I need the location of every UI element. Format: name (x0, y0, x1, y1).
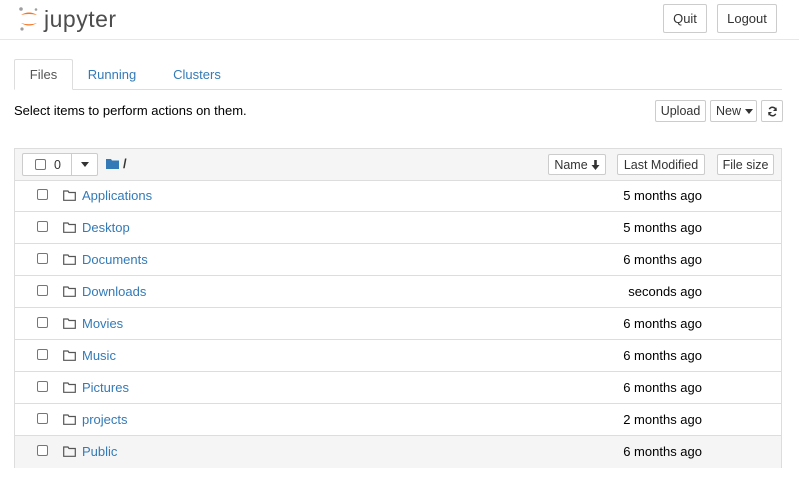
refresh-button[interactable] (761, 100, 783, 122)
folder-outline-icon (63, 318, 76, 329)
upload-button[interactable]: Upload (655, 100, 706, 122)
header-bar: jupyter Quit Logout (0, 0, 799, 40)
row-checkbox[interactable] (37, 413, 48, 424)
file-name-link[interactable]: Music (82, 348, 116, 363)
file-row[interactable]: projects 2 months ago (15, 404, 781, 436)
refresh-icon (767, 106, 777, 116)
tab-running[interactable]: Running (81, 59, 143, 90)
file-row[interactable]: Public 6 months ago (15, 436, 781, 468)
tab-files[interactable]: Files (14, 59, 73, 90)
caret-down-icon (80, 162, 89, 167)
sort-by-name-button[interactable]: Name (548, 154, 606, 175)
sort-by-file-size-button[interactable]: File size (717, 154, 774, 175)
jupyter-logo-text: jupyter (44, 5, 117, 32)
file-row[interactable]: Music 6 months ago (15, 340, 781, 372)
file-name-link[interactable]: Public (82, 444, 117, 459)
tab-clusters[interactable]: Clusters (164, 59, 230, 90)
folder-outline-icon (63, 382, 76, 393)
jupyter-logo-icon (19, 7, 38, 31)
file-row[interactable]: Applications 5 months ago (15, 180, 781, 212)
row-checkbox[interactable] (37, 221, 48, 232)
select-all-checkbox[interactable] (35, 159, 46, 170)
file-name-link[interactable]: Pictures (82, 380, 129, 395)
folder-outline-icon (63, 446, 76, 457)
new-dropdown-button[interactable]: New (710, 100, 757, 122)
folder-icon[interactable] (106, 158, 119, 169)
file-list-panel: 0 / Name Last Modified File size Applica… (14, 148, 782, 468)
row-checkbox[interactable] (37, 317, 48, 328)
selection-menu-toggle[interactable] (71, 153, 98, 176)
row-checkbox[interactable] (37, 349, 48, 360)
file-name-link[interactable]: Documents (82, 252, 148, 267)
select-all-button[interactable]: 0 (22, 153, 72, 176)
file-row[interactable]: Downloads seconds ago (15, 276, 781, 308)
sort-name-label: Name (554, 157, 588, 172)
file-modified-time: 6 months ago (623, 380, 702, 395)
folder-outline-icon (63, 414, 76, 425)
selection-hint: Select items to perform actions on them. (14, 103, 247, 118)
folder-outline-icon (63, 286, 76, 297)
breadcrumb-path[interactable]: / (123, 156, 127, 171)
new-button-label: New (716, 104, 742, 118)
file-row[interactable]: Desktop 5 months ago (15, 212, 781, 244)
jupyter-logo[interactable]: jupyter (18, 5, 117, 33)
tab-bar: Files Running Clusters (14, 59, 782, 90)
selected-count: 0 (54, 157, 61, 172)
folder-outline-icon (63, 190, 76, 201)
folder-outline-icon (63, 350, 76, 361)
row-checkbox[interactable] (37, 381, 48, 392)
file-row[interactable]: Movies 6 months ago (15, 308, 781, 340)
file-modified-time: 6 months ago (623, 252, 702, 267)
file-modified-time: 2 months ago (623, 412, 702, 427)
file-name-link[interactable]: Desktop (82, 220, 130, 235)
row-checkbox[interactable] (37, 189, 48, 200)
quit-button[interactable]: Quit (663, 4, 707, 33)
row-checkbox[interactable] (37, 445, 48, 456)
file-row[interactable]: Pictures 6 months ago (15, 372, 781, 404)
caret-down-icon (745, 108, 754, 114)
file-modified-time: 5 months ago (623, 220, 702, 235)
file-name-link[interactable]: Downloads (82, 284, 146, 299)
file-modified-time: 5 months ago (623, 188, 702, 203)
file-name-link[interactable]: projects (82, 412, 128, 427)
file-modified-time: 6 months ago (623, 316, 702, 331)
folder-outline-icon (63, 222, 76, 233)
file-list-header: 0 / Name Last Modified File size (15, 149, 781, 181)
row-checkbox[interactable] (37, 253, 48, 264)
row-checkbox[interactable] (37, 285, 48, 296)
sort-by-last-modified-button[interactable]: Last Modified (617, 154, 705, 175)
logout-button[interactable]: Logout (717, 4, 777, 33)
file-name-link[interactable]: Movies (82, 316, 123, 331)
file-modified-time: 6 months ago (623, 444, 702, 459)
file-row[interactable]: Documents 6 months ago (15, 244, 781, 276)
arrow-down-icon (591, 159, 600, 170)
file-modified-time: 6 months ago (623, 348, 702, 363)
file-name-link[interactable]: Applications (82, 188, 152, 203)
file-modified-time: seconds ago (628, 284, 702, 299)
folder-outline-icon (63, 254, 76, 265)
